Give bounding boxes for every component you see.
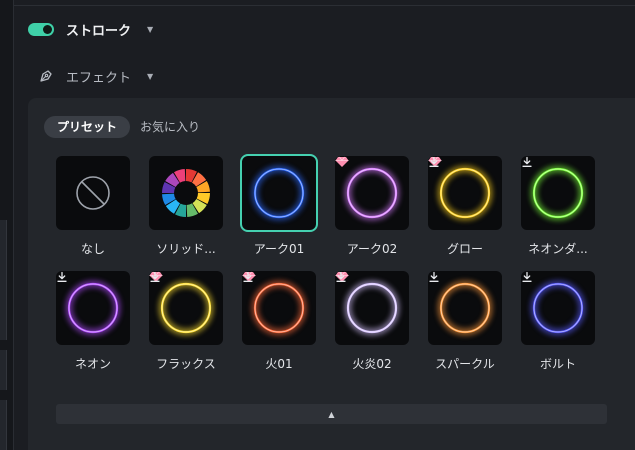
preset-thumbnail[interactable]	[149, 271, 223, 345]
toggle-knob	[43, 24, 52, 34]
preset-label: グロー	[446, 242, 483, 256]
download-icon[interactable]	[149, 271, 161, 283]
preset-label: ボルト	[539, 357, 576, 371]
effect-label[interactable]: エフェクト	[66, 67, 131, 86]
effect-panel: プリセット お気に入り なし ソリッド... アーク01 アーク02 グロー ネオンダ..…	[28, 98, 635, 450]
preset-thumbnail[interactable]	[149, 156, 223, 230]
preset-thumbnail[interactable]	[335, 271, 409, 345]
preset-thumbnail[interactable]	[428, 156, 502, 230]
preset-label: 火01	[265, 357, 293, 371]
preset-label: ネオンダ...	[528, 242, 588, 256]
preset-thumbnail[interactable]	[240, 154, 318, 232]
download-icon[interactable]	[428, 271, 440, 283]
preset-thumbnail[interactable]	[521, 156, 595, 230]
preset-label: アーク02	[346, 242, 398, 256]
rail-segment	[0, 350, 7, 390]
effect-row: エフェクト ▼	[38, 65, 153, 87]
download-icon[interactable]	[335, 271, 347, 283]
download-icon[interactable]	[521, 156, 533, 168]
caret-up-icon: ▲	[328, 409, 335, 419]
preset-thumbnail[interactable]	[335, 156, 409, 230]
download-icon[interactable]	[521, 271, 533, 283]
preset-preview	[251, 165, 307, 221]
preset-label: 火炎02	[352, 357, 392, 371]
download-icon[interactable]	[242, 271, 254, 283]
premium-gem-icon	[335, 156, 349, 167]
stroke-label[interactable]: ストローク	[66, 20, 131, 39]
preset-thumbnail[interactable]	[56, 271, 130, 345]
left-rail	[0, 0, 14, 450]
preset-label: ネオン	[74, 357, 111, 371]
top-divider	[14, 0, 635, 6]
download-icon[interactable]	[56, 271, 68, 283]
preset-label: アーク01	[253, 242, 305, 256]
download-icon[interactable]	[428, 156, 440, 168]
tab-presets[interactable]: プリセット	[44, 116, 131, 138]
preset-thumbnail[interactable]	[56, 156, 130, 230]
preset-label: フラックス	[156, 357, 216, 371]
preset-thumbnail[interactable]	[521, 271, 595, 345]
rail-segment	[0, 400, 7, 450]
collapse-button[interactable]: ▲	[56, 404, 607, 424]
stroke-dropdown-caret-icon[interactable]: ▼	[147, 25, 153, 34]
stroke-row: ストローク ▼	[28, 18, 153, 40]
tab-favorites[interactable]: お気に入り	[130, 116, 213, 138]
preset-label: スパークル	[435, 357, 495, 371]
rail-segment	[0, 220, 7, 340]
stroke-toggle[interactable]	[28, 22, 54, 36]
preset-thumbnail[interactable]	[242, 271, 316, 345]
effect-dropdown-caret-icon[interactable]: ▼	[147, 72, 153, 81]
preset-label: ソリッド...	[156, 242, 216, 256]
preset-label: なし	[80, 242, 105, 256]
preset-preview	[76, 176, 110, 210]
preset-preview	[162, 169, 210, 217]
pen-tool-icon	[40, 70, 52, 82]
preset-thumbnail[interactable]	[428, 271, 502, 345]
preset-tabs: プリセット お気に入り	[44, 116, 213, 138]
